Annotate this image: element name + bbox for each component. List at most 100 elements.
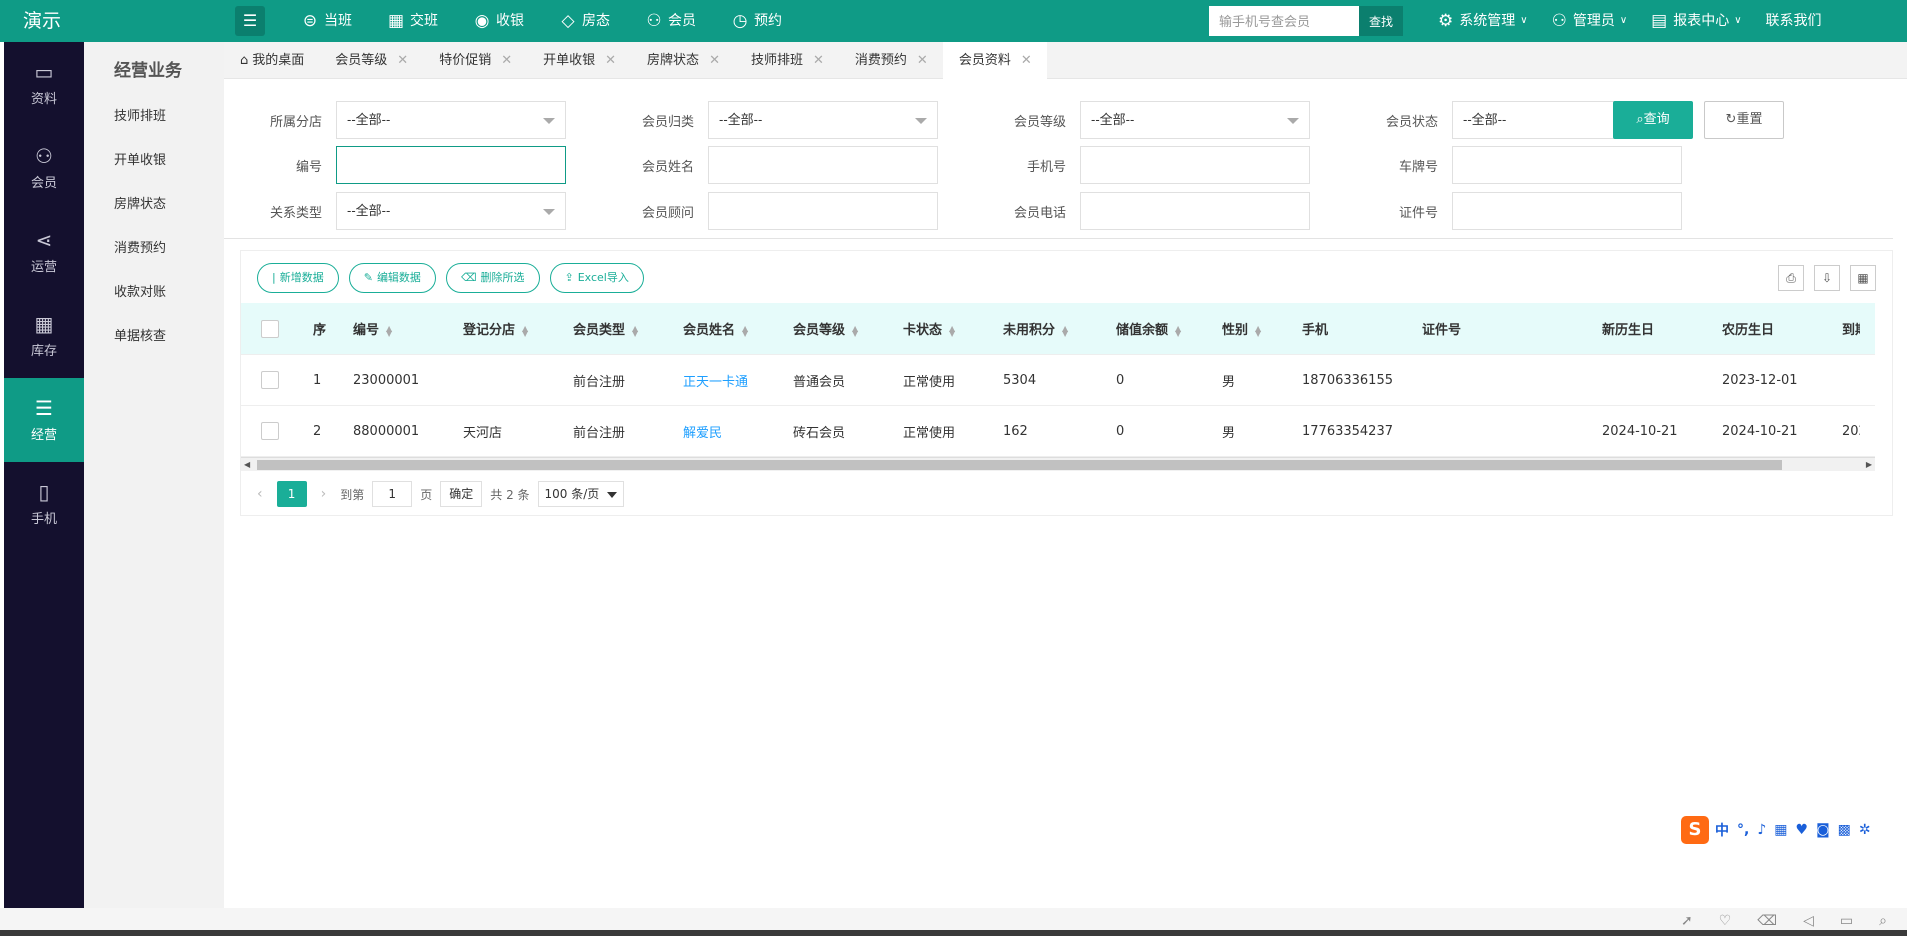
tab-open-cashier[interactable]: 开单收银 ✕ [527,42,631,79]
tab-tech-schedule[interactable]: 技师排班 ✕ [735,42,839,79]
submenu-item-jishi-paiban[interactable]: 技师排班 [84,106,224,150]
system-settings-menu[interactable]: ⚙ 系统管理 ∨ [1438,0,1528,42]
submenu-item-kaidan-shouyin[interactable]: 开单收银 [84,150,224,194]
skin-icon[interactable]: ♥ [1796,822,1809,838]
column-header[interactable]: 会员姓名 ▲ ▼ [671,319,781,338]
scrollbar-thumb[interactable] [257,460,1782,470]
tab-special-promo[interactable]: 特价促销 ✕ [423,42,527,79]
excel-import-button[interactable]: ⇪ Excel导入 [549,263,644,293]
sort-icon[interactable]: ▲ ▼ [852,324,858,337]
sort-icon[interactable]: ▲ ▼ [386,324,392,337]
rail-item-jingying[interactable]: ☰ 经营 [4,378,84,462]
close-icon[interactable]: ✕ [813,42,824,79]
tab-member-profile[interactable]: 会员资料 ✕ [942,42,1047,79]
plate-number-input[interactable] [1452,146,1682,184]
member-advisor-input[interactable] [708,192,938,230]
microphone-icon[interactable]: ♪ [1757,822,1766,838]
column-header[interactable]: 编号 ▲ ▼ [341,319,451,338]
admin-user-menu[interactable]: ⚇ 管理员 ∨ [1552,0,1628,42]
column-header[interactable]: 性别 ▲ ▼ [1210,319,1290,338]
nav-item-dangban[interactable]: ⊜ 当班 [300,0,352,42]
horizontal-scrollbar[interactable]: ◀ ▶ [241,457,1875,471]
submenu-item-danju-hecha[interactable]: 单据核查 [84,326,224,370]
app-logo[interactable]: 演示 [0,0,84,42]
next-page-icon[interactable]: › [321,486,327,502]
goto-confirm-button[interactable]: 确定 [440,481,483,507]
nav-item-huiyuan[interactable]: ⚇ 会员 [644,0,696,42]
export-icon[interactable]: ⇩ [1814,265,1840,291]
goto-page-input[interactable]: 1 [372,481,413,507]
game-icon[interactable]: ◙ [1816,822,1830,838]
apps-icon[interactable]: ▩ [1838,822,1851,838]
column-header[interactable]: 卡状态 ▲ ▼ [891,319,991,338]
rail-item-shouji[interactable]: ▯ 手机 [4,462,84,546]
nav-item-shouyin[interactable]: ◉ 收银 [472,0,524,42]
settings-icon[interactable]: ✲ [1859,822,1871,838]
row-checkbox[interactable] [241,371,301,389]
column-header[interactable]: 会员等级 ▲ ▼ [781,319,891,338]
close-icon[interactable]: ✕ [709,42,720,79]
page-size-select[interactable]: 100 条/页 [537,481,624,507]
heart-icon[interactable]: ♡ [1719,913,1732,929]
query-button[interactable]: ⌕查询 [1613,101,1693,139]
submenu-item-fangpai-zhuangtai[interactable]: 房牌状态 [84,194,224,238]
speaker-icon[interactable]: ◁ [1803,913,1814,929]
window-icon[interactable]: ▭ [1840,913,1853,929]
relation-type-select[interactable]: --全部-- [336,192,566,230]
add-data-button[interactable]: | 新增数据 [257,263,339,293]
table-row[interactable]: 1 23000001 前台注册 正天一卡通 普通会员 正常使用 5304 0 男… [241,355,1875,406]
sort-icon[interactable]: ▲ ▼ [1255,324,1261,337]
table-row[interactable]: 2 88000001 天河店 前台注册 解爱民 砖石会员 正常使用 162 0 … [241,406,1875,457]
nav-item-fangtai[interactable]: ◇ 房态 [558,0,610,42]
nav-item-jiaoban[interactable]: ▦ 交班 [386,0,438,42]
prev-page-icon[interactable]: ‹ [257,486,263,502]
member-category-select[interactable]: --全部-- [708,101,938,139]
column-header[interactable]: 未用积分 ▲ ▼ [991,319,1104,338]
member-level-select[interactable]: --全部-- [1080,101,1310,139]
close-icon[interactable]: ✕ [917,42,928,79]
rail-item-ziliao[interactable]: ▭ 资料 [4,42,84,126]
trash-icon[interactable]: ⌫ [1757,913,1777,929]
tab-my-desktop[interactable]: ⌂ 我的桌面 [224,42,319,79]
columns-icon[interactable]: ▦ [1850,265,1876,291]
ime-language[interactable]: 中 [1715,820,1729,840]
tab-room-status[interactable]: 房牌状态 ✕ [631,42,735,79]
nav-item-yuyue[interactable]: ◷ 预约 [730,0,782,42]
sort-icon[interactable]: ▲ ▼ [742,324,748,337]
id-number-input[interactable] [1452,192,1682,230]
tab-member-level[interactable]: 会员等级 ✕ [319,42,423,79]
member-name-link[interactable]: 正天一卡通 [671,371,781,390]
scroll-left-icon[interactable]: ◀ [244,458,250,471]
reset-button[interactable]: ↻重置 [1704,101,1784,139]
sort-icon[interactable]: ▲ ▼ [1062,324,1068,337]
ime-toolbar[interactable]: S 中 °, ♪ ▦ ♥ ◙ ▩ ✲ [1681,815,1907,845]
contact-us-link[interactable]: 联系我们 [1766,0,1822,42]
member-name-input[interactable] [708,146,938,184]
submenu-item-shoukuan-duizhang[interactable]: 收款对账 [84,282,224,326]
sort-icon[interactable]: ▲ ▼ [522,324,528,337]
close-icon[interactable]: ✕ [501,42,512,79]
column-header[interactable]: 会员类型 ▲ ▼ [561,319,671,338]
edit-data-button[interactable]: ✎ 编辑数据 [348,263,436,293]
column-header[interactable]: 储值余额 ▲ ▼ [1104,319,1210,338]
rail-item-yunying[interactable]: ⋖ 运营 [4,210,84,294]
keyboard-icon[interactable]: ▦ [1774,822,1787,838]
tab-booking[interactable]: 消费预约 ✕ [839,42,943,79]
select-all-checkbox[interactable] [241,319,301,338]
menu-toggle-icon[interactable]: ☰ [235,6,265,36]
row-checkbox[interactable] [241,422,301,440]
sogou-icon[interactable]: S [1681,816,1709,844]
column-header[interactable]: 登记分店 ▲ ▼ [451,319,561,338]
rocket-icon[interactable]: ➚ [1681,913,1693,929]
rail-item-kucun[interactable]: ▦ 库存 [4,294,84,378]
punctuation-icon[interactable]: °, [1737,822,1749,838]
current-page[interactable]: 1 [276,481,307,507]
report-center-menu[interactable]: ▤ 报表中心 ∨ [1651,0,1741,42]
close-icon[interactable]: ✕ [397,42,408,79]
scroll-right-icon[interactable]: ▶ [1866,458,1872,471]
member-phone-input[interactable] [1080,192,1310,230]
delete-selected-button[interactable]: ⌫ 删除所选 [445,263,540,293]
search-icon[interactable]: ⌕ [1879,913,1887,929]
member-name-link[interactable]: 解爱民 [671,422,781,441]
number-input[interactable] [336,146,566,184]
